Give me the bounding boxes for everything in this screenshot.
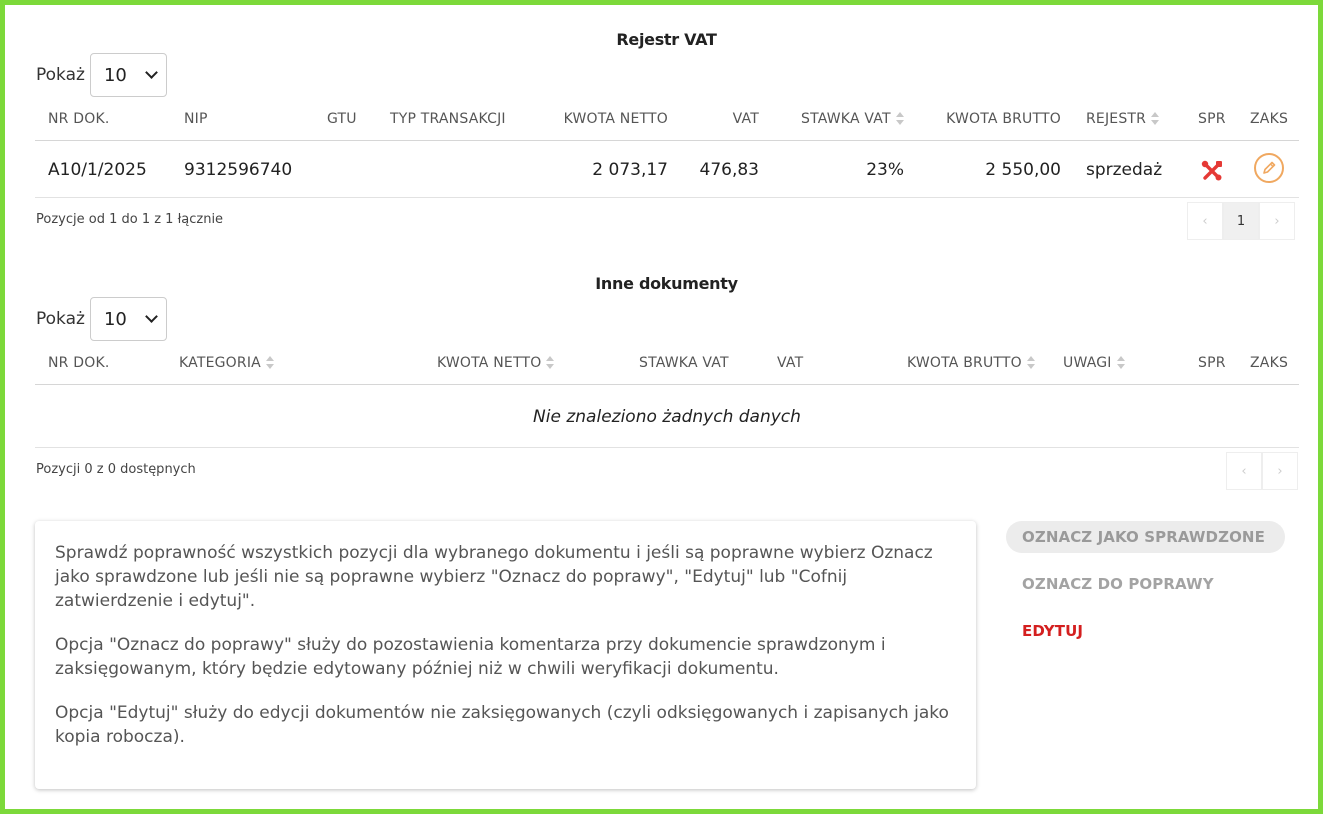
col-vat[interactable]: VAT [777,341,803,385]
pencil-icon[interactable] [1254,153,1284,183]
pagination-next-button[interactable]: › [1262,452,1298,490]
col-vat-rate[interactable]: STAWKA VAT [801,97,905,141]
vat-register-header: NR DOK. NIP GTU TYP TRANSAKCJI KWOTA NET… [35,97,1299,141]
cell-register: sprzedaż [1086,160,1163,180]
sort-icon [1116,356,1126,369]
col-notes-label: UWAGI [1063,355,1112,371]
pagination-prev-button[interactable]: ‹ [1187,202,1223,240]
cell-gross-amount: 2 550,00 [985,160,1061,180]
page-size-select[interactable]: 10 [89,297,167,341]
cell-nip: 9312596740 [184,160,293,180]
col-nip[interactable]: NIP [184,97,208,141]
col-net-amount-label: KWOTA NETTO [437,355,542,371]
col-register[interactable]: REJESTR [1086,97,1160,141]
chevron-down-icon [145,66,158,79]
instructions-paragraph: Opcja "Oznacz do poprawy" służy do pozos… [55,635,886,679]
instructions-paragraph: Sprawdź poprawność wszystkich pozycji dl… [55,543,933,611]
col-gtu[interactable]: GTU [327,97,357,141]
show-label: Pokaż [36,65,85,85]
sort-icon [895,112,905,125]
sort-icon [1151,112,1160,125]
col-category-label: KATEGORIA [179,355,261,371]
vat-register-pagination: ‹ 1 › [1187,202,1295,240]
vat-register-info: Pozycje od 1 do 1 z 1 łącznie [36,212,224,227]
col-vat-rate[interactable]: STAWKA VAT [639,341,729,385]
sort-icon [1026,356,1036,369]
col-gross-amount[interactable]: KWOTA BRUTTO [907,341,1036,385]
col-category[interactable]: KATEGORIA [179,341,275,385]
empty-table-message: Nie znaleziono żadnych danych [35,386,1299,448]
page-size-value: 10 [103,308,127,330]
mark-for-fix-button[interactable]: OZNACZ DO POPRAWY [1022,575,1214,593]
other-docs-length-control: Pokaż 10 [36,297,167,341]
other-docs-pagination: ‹ › [1226,452,1298,490]
sort-icon [546,356,555,369]
pagination-prev-button[interactable]: ‹ [1226,452,1262,490]
col-gross-amount[interactable]: KWOTA BRUTTO [915,97,1061,141]
col-zaks[interactable]: ZAKS [1250,97,1288,141]
col-spr[interactable]: SPR [1198,97,1226,141]
show-label: Pokaż [36,309,85,329]
instructions-panel: Sprawdź poprawność wszystkich pozycji dl… [35,521,976,789]
page-frame: Rejestr VAT Pokaż 10 NR DOK. NIP GTU TYP… [0,0,1323,814]
pagination-page-button[interactable]: 1 [1223,202,1259,240]
cell-net-amount: 2 073,17 [592,160,668,180]
pagination-next-button[interactable]: › [1259,202,1295,240]
vat-register-length-control: Pokaż 10 [36,53,167,97]
col-vat[interactable]: VAT [695,97,759,141]
col-net-amount[interactable]: KWOTA NETTO [437,341,555,385]
col-vat-rate-label: STAWKA VAT [801,111,891,127]
page-size-value: 10 [103,64,127,86]
col-doc-no[interactable]: NR DOK. [48,97,109,141]
edit-button[interactable]: EDYTUJ [1022,622,1083,640]
tools-icon[interactable] [1201,160,1223,182]
chevron-down-icon [145,310,158,323]
cell-doc-no: A10/1/2025 [48,160,147,180]
cell-vat: 476,83 [699,160,759,180]
col-net-amount[interactable]: KWOTA NETTO [535,97,668,141]
col-doc-no[interactable]: NR DOK. [48,341,109,385]
cell-vat-rate: 23% [866,160,904,180]
col-transaction-type[interactable]: TYP TRANSAKCJI [390,97,506,141]
other-docs-title: Inne dokumenty [595,274,738,293]
vat-register-title: Rejestr VAT [616,30,717,49]
page-size-select[interactable]: 10 [89,53,167,97]
col-gross-amount-label: KWOTA BRUTTO [907,355,1022,371]
col-zaks[interactable]: ZAKS [1250,341,1288,385]
col-notes[interactable]: UWAGI [1063,341,1126,385]
table-row[interactable]: A10/1/2025 9312596740 2 073,17 476,83 23… [35,142,1299,198]
sort-icon [265,356,275,369]
col-spr[interactable]: SPR [1198,341,1226,385]
mark-checked-button[interactable]: OZNACZ JAKO SPRAWDZONE [1006,521,1285,553]
other-docs-info: Pozycji 0 z 0 dostępnych [36,462,196,477]
other-docs-header: NR DOK. KATEGORIA KWOTA NETTO STAWKA VAT… [35,341,1299,385]
col-register-label: REJESTR [1086,111,1147,127]
instructions-paragraph: Opcja "Edytuj" służy do edycji dokumentó… [55,703,949,747]
